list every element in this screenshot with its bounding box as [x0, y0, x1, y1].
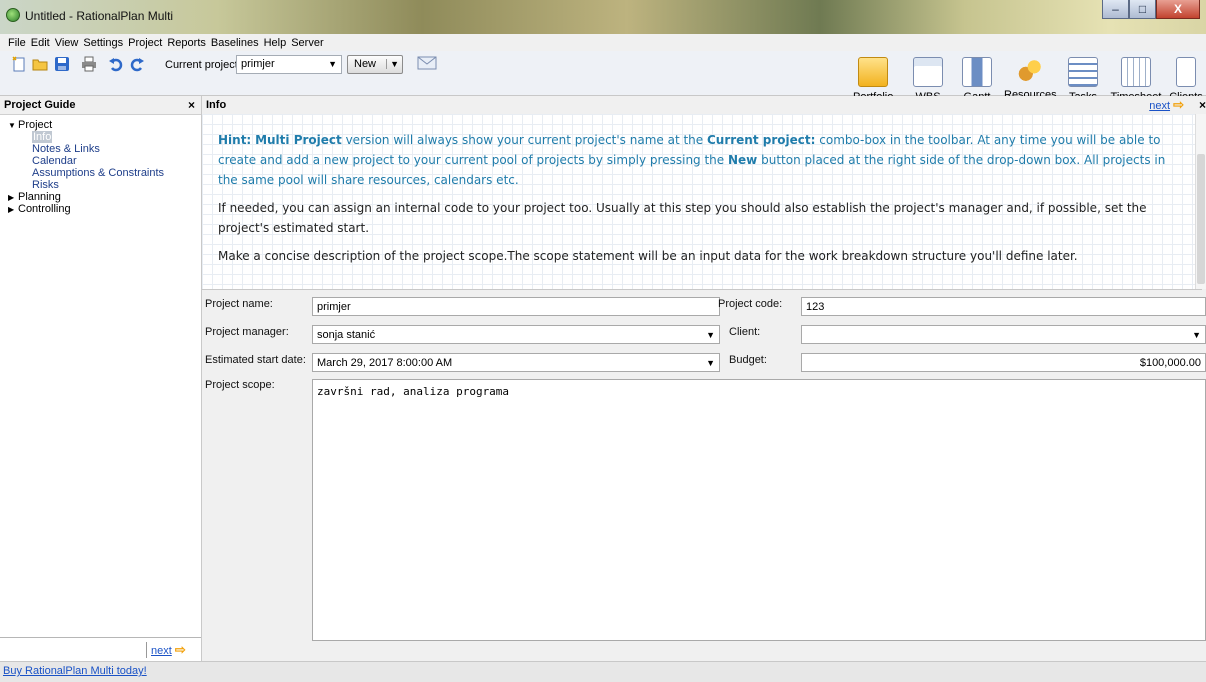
menu-view[interactable]: View [55, 37, 79, 49]
current-project-combo[interactable]: primjer ▼ [236, 55, 342, 74]
menu-edit[interactable]: Edit [31, 37, 50, 49]
info-header: Info next ⇨ × [202, 96, 1206, 115]
guide-footer: next ⇨ [0, 637, 201, 661]
chevron-down-icon: ▼ [706, 358, 715, 368]
guide-tree: ▼ Project Info Notes & Links Calendar Ass… [0, 115, 201, 215]
tree-item-project[interactable]: ▼ Project [8, 119, 201, 131]
close-icon[interactable]: × [188, 96, 195, 114]
tree-item-notes[interactable]: Notes & Links [8, 143, 201, 155]
hint-paragraph-1: Hint: Multi Project version will always … [218, 133, 1166, 187]
hint-text: Hint: Multi Project version will always … [218, 130, 1183, 274]
wbs-icon [913, 57, 943, 87]
tree-item-assumptions[interactable]: Assumptions & Constraints [8, 167, 201, 179]
status-bar: Buy RationalPlan Multi today! [0, 661, 1206, 682]
save-icon[interactable] [54, 56, 70, 72]
chevron-down-icon: ▼ [706, 330, 715, 340]
start-date-label: Estimated start date: [205, 354, 306, 366]
project-code-input[interactable]: 123 [801, 297, 1206, 316]
print-icon[interactable] [81, 56, 97, 72]
undo-icon[interactable] [108, 56, 124, 72]
maximize-button[interactable]: □ [1129, 0, 1156, 19]
hint-area: Hint: Multi Project version will always … [202, 114, 1202, 290]
hint-paragraph-2: If needed, you can assign an internal co… [218, 201, 1147, 235]
tree-item-info[interactable]: Info [8, 131, 201, 143]
client-label: Client: [729, 326, 761, 338]
arrow-right-icon: ⇨ [1173, 97, 1184, 112]
mail-icon[interactable] [417, 55, 437, 71]
tree-item-calendar[interactable]: Calendar [8, 155, 201, 167]
resources-people-icon [1016, 57, 1044, 85]
close-button[interactable]: X [1156, 0, 1200, 19]
window-title: Untitled - RationalPlan Multi [25, 9, 174, 23]
arrow-right-icon: ⇨ [174, 642, 186, 657]
info-panel: Info next ⇨ × Hint: Multi Project versio… [202, 96, 1206, 661]
info-next-link[interactable]: next ⇨ [1149, 96, 1184, 115]
portfolio-folder-icon [858, 57, 888, 87]
clients-icon [1176, 57, 1196, 87]
tree-item-risks[interactable]: Risks [8, 179, 201, 191]
app-window: File Edit View Settings Project Reports … [0, 34, 1206, 682]
client-select[interactable]: ▼ [801, 325, 1206, 344]
project-guide-header: Project Guide × [0, 96, 201, 115]
new-project-button[interactable]: New ▼ [347, 55, 403, 74]
new-file-icon[interactable] [11, 56, 27, 72]
chevron-down-icon[interactable]: ▼ [386, 59, 399, 69]
menu-project[interactable]: Project [128, 37, 162, 49]
project-scope-textarea[interactable]: završni rad, analiza programa [312, 379, 1206, 641]
project-manager-label: Project manager: [205, 326, 289, 338]
project-manager-select[interactable]: sonja stanić ▼ [312, 325, 720, 344]
project-code-label: Project code: [718, 298, 783, 310]
menu-server[interactable]: Server [291, 37, 323, 49]
scrollbar-thumb[interactable] [1197, 154, 1205, 284]
chevron-down-icon: ▼ [1192, 330, 1201, 340]
toolbar: Current project: primjer ▼ New ▼ Portfol… [0, 51, 1206, 103]
redo-icon[interactable] [129, 56, 145, 72]
chevron-down-icon: ▼ [328, 59, 337, 69]
project-guide-panel: Project Guide × ▼ Project Info Notes & Li… [0, 96, 202, 661]
project-info-form: Project name: primjer Project code: 123 … [202, 290, 1206, 661]
tree-item-controlling[interactable]: ▶ Controlling [8, 203, 201, 215]
hint-paragraph-3: Make a concise description of the projec… [218, 249, 1078, 263]
tree-item-planning[interactable]: ▶ Planning [8, 191, 201, 203]
timesheet-icon [1121, 57, 1151, 87]
current-project-value: primjer [241, 58, 275, 70]
gantt-icon [962, 57, 992, 87]
project-name-input[interactable]: primjer [312, 297, 720, 316]
start-date-picker[interactable]: March 29, 2017 8:00:00 AM ▼ [312, 353, 720, 372]
title-bar: Untitled - RationalPlan Multi – □ X [0, 0, 1206, 34]
menu-reports[interactable]: Reports [167, 37, 206, 49]
project-guide-title: Project Guide [4, 99, 76, 111]
window-controls: – □ X [1102, 0, 1200, 20]
minimize-button[interactable]: – [1102, 0, 1129, 19]
budget-label: Budget: [729, 354, 767, 366]
open-folder-icon[interactable] [32, 56, 48, 72]
info-title: Info [206, 99, 227, 111]
menu-file[interactable]: File [8, 37, 26, 49]
project-scope-label: Project scope: [205, 379, 275, 391]
menu-bar: File Edit View Settings Project Reports … [0, 34, 1206, 51]
current-project-label: Current project: [165, 59, 241, 71]
guide-next-link[interactable]: next ⇨ [146, 642, 186, 658]
new-button-label: New [354, 58, 377, 70]
tasks-checklist-icon [1068, 57, 1098, 87]
triangle-right-icon[interactable]: ▶ [8, 204, 18, 216]
close-icon[interactable]: × [1199, 96, 1206, 114]
buy-link[interactable]: Buy RationalPlan Multi today! [3, 665, 147, 677]
triangle-down-icon[interactable]: ▼ [8, 120, 18, 132]
tool-resources[interactable]: Resources [1004, 57, 1057, 101]
budget-input[interactable]: $100,000.00 [801, 353, 1206, 372]
app-icon [6, 8, 20, 22]
hint-scrollbar[interactable] [1195, 114, 1206, 289]
menu-help[interactable]: Help [264, 37, 287, 49]
menu-baselines[interactable]: Baselines [211, 37, 259, 49]
project-name-label: Project name: [205, 298, 273, 310]
menu-settings[interactable]: Settings [83, 37, 123, 49]
